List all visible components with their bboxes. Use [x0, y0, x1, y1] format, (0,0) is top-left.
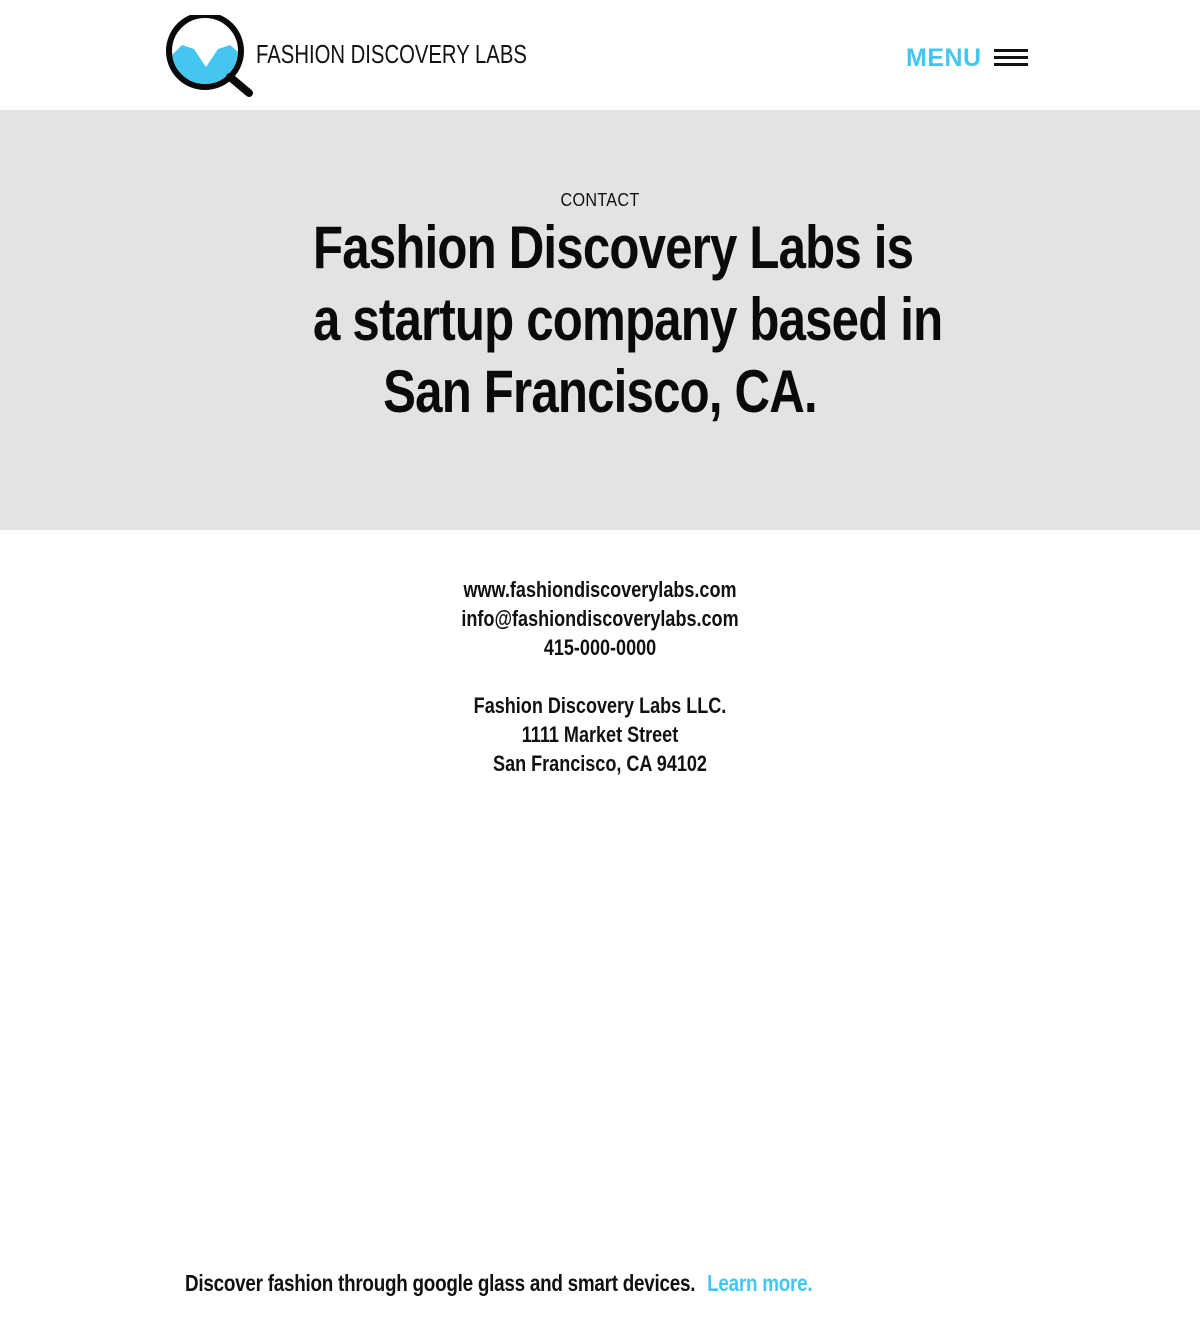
menu-label: MENU	[906, 43, 982, 72]
headline-line: Fashion Discovery Labs is	[313, 214, 914, 281]
street-address: 1111 Market Street	[521, 722, 679, 747]
city-address: San Francisco, CA 94102	[493, 751, 707, 776]
menu-button[interactable]: MENU	[906, 40, 1028, 76]
headline-line: a startup company based in	[313, 286, 943, 353]
website-link[interactable]: www.fashiondiscoverylabs.com	[108, 575, 1092, 604]
hero-section: CONTACT Fashion Discovery Labs is a star…	[0, 110, 1200, 530]
headline-line: San Francisco, CA.	[383, 358, 817, 425]
magnifier-shirt-icon	[166, 15, 253, 97]
learn-more-link[interactable]: Learn more.	[707, 1270, 813, 1296]
logo-link[interactable]: FASHION DISCOVERY LABS	[164, 15, 527, 97]
logo-text: FASHION DISCOVERY LABS	[256, 39, 527, 69]
company-name: Fashion Discovery Labs LLC.	[473, 693, 727, 718]
email-link[interactable]: info@fashiondiscoverylabs.com	[108, 604, 1092, 633]
section-eyebrow: CONTACT	[560, 190, 640, 210]
footer-tagline: Discover fashion through google glass an…	[185, 1270, 696, 1296]
site-footer: Discover fashion through google glass an…	[185, 1270, 950, 1304]
contact-details: www.fashiondiscoverylabs.com info@fashio…	[0, 575, 1200, 778]
hamburger-icon	[993, 49, 1028, 67]
site-header: FASHION DISCOVERY LABS MENU	[0, 0, 1200, 110]
phone-link[interactable]: 415-000-0000	[108, 633, 1092, 662]
page-headline: Fashion Discovery Labs is a startup comp…	[250, 212, 950, 428]
